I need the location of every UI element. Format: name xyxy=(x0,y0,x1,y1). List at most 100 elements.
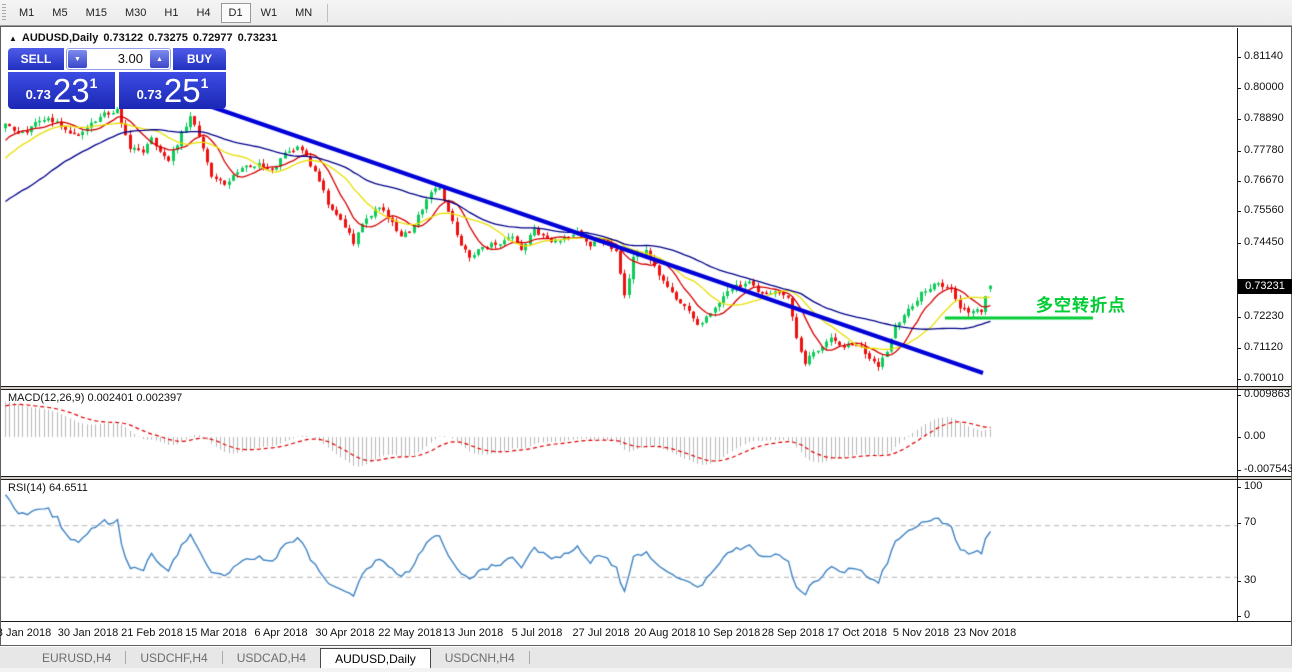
timeframe-button-w1[interactable]: W1 xyxy=(253,3,286,23)
axis-tick xyxy=(1237,470,1241,471)
rsi-axis-label: 0 xyxy=(1244,609,1250,621)
macd-axis-label: -0.007543 xyxy=(1244,463,1292,475)
axis-tick xyxy=(1237,317,1241,318)
rsi-chart-canvas[interactable] xyxy=(1,480,1238,622)
rsi-axis-label: 70 xyxy=(1244,516,1256,528)
panel-splitter[interactable] xyxy=(1,386,1291,390)
sell-button[interactable]: SELL xyxy=(8,48,64,70)
date-axis-label: 27 Jul 2018 xyxy=(573,627,630,639)
sell-price-pips: 23 xyxy=(53,76,90,106)
sell-price-base: 0.73 xyxy=(26,87,51,102)
date-axis-label: 5 Jul 2018 xyxy=(512,627,563,639)
tab-eurusd-h4[interactable]: EURUSD,H4 xyxy=(28,648,125,668)
price-axis-label: 0.72230 xyxy=(1244,310,1284,322)
volume-increase-button[interactable]: ▲ xyxy=(150,50,169,68)
chart-tab-bar: EURUSD,H4 USDCHF,H4 USDCAD,H4 AUDUSD,Dai… xyxy=(0,646,1292,668)
sell-price-box[interactable]: 0.73 23 1 xyxy=(8,72,115,109)
price-axis-label: 0.80000 xyxy=(1244,81,1284,93)
buy-price-base: 0.73 xyxy=(137,87,162,102)
axis-tick xyxy=(1237,379,1241,380)
axis-tick xyxy=(1237,88,1241,89)
buy-price-pips: 25 xyxy=(164,76,201,106)
axis-tick xyxy=(1237,437,1241,438)
date-axis-label: 5 Nov 2018 xyxy=(893,627,949,639)
axis-tick xyxy=(1237,616,1241,617)
current-price-badge: 0.73231 xyxy=(1238,279,1292,294)
axis-tick xyxy=(1237,57,1241,58)
price-axis-label: 0.70010 xyxy=(1244,372,1284,384)
timeframe-toolbar: M1 M5 M15 M30 H1 H4 D1 W1 MN xyxy=(0,0,1292,26)
status-strip xyxy=(0,668,1292,672)
date-axis-label: 23 Nov 2018 xyxy=(954,627,1016,639)
date-axis-label: 6 Apr 2018 xyxy=(254,627,307,639)
sell-price-point: 1 xyxy=(90,75,98,91)
volume-decrease-button[interactable]: ▼ xyxy=(68,50,87,68)
timeframe-button-m15[interactable]: M15 xyxy=(78,3,115,23)
ohlc-high: 0.73275 xyxy=(148,32,188,44)
buy-button[interactable]: BUY xyxy=(173,48,226,70)
axis-tick xyxy=(1237,487,1241,488)
timeframe-button-m1[interactable]: M1 xyxy=(11,3,42,23)
price-axis-label: 0.75560 xyxy=(1244,204,1284,216)
axis-tick xyxy=(1237,523,1241,524)
axis-tick xyxy=(1237,181,1241,182)
chart-symbol-label: AUDUSD,Daily xyxy=(22,32,98,44)
price-axis-label: 0.76670 xyxy=(1244,174,1284,186)
timeframe-button-mn[interactable]: MN xyxy=(287,3,320,23)
axis-tick xyxy=(1237,119,1241,120)
tab-usdcad-h4[interactable]: USDCAD,H4 xyxy=(223,648,320,668)
mt4-terminal: M1 M5 M15 M30 H1 H4 D1 W1 MN ▲ AUDUSD,Da… xyxy=(0,0,1292,672)
macd-chart-canvas[interactable] xyxy=(1,390,1238,476)
date-axis-label: 30 Jan 2018 xyxy=(58,627,119,639)
date-axis-label: 22 May 2018 xyxy=(378,627,442,639)
timeframe-button-m5[interactable]: M5 xyxy=(44,3,75,23)
tab-audusd-daily[interactable]: AUDUSD,Daily xyxy=(320,648,431,669)
date-axis-label: 30 Apr 2018 xyxy=(315,627,374,639)
buy-price-box[interactable]: 0.73 25 1 xyxy=(119,72,226,109)
collapse-arrow-icon[interactable]: ▲ xyxy=(9,34,17,43)
tab-usdchf-h4[interactable]: USDCHF,H4 xyxy=(126,648,221,668)
macd-indicator-label: MACD(12,26,9) 0.002401 0.002397 xyxy=(8,392,182,404)
ohlc-close: 0.73231 xyxy=(238,32,278,44)
macd-axis-label: 0.009863 xyxy=(1244,388,1290,400)
timeframe-button-h4[interactable]: H4 xyxy=(188,3,218,23)
axis-tick xyxy=(1237,581,1241,582)
price-axis-label: 0.77780 xyxy=(1244,144,1284,156)
date-axis-label: 10 Sep 2018 xyxy=(698,627,760,639)
date-axis-label: 20 Aug 2018 xyxy=(634,627,696,639)
timeframe-button-d1[interactable]: D1 xyxy=(221,3,251,23)
rsi-indicator-label: RSI(14) 64.6511 xyxy=(8,482,88,494)
axis-tick xyxy=(1237,243,1241,244)
axis-tick xyxy=(1237,211,1241,212)
date-axis-label: 21 Feb 2018 xyxy=(121,627,183,639)
ohlc-open: 0.73122 xyxy=(103,32,143,44)
date-axis-label: 15 Mar 2018 xyxy=(185,627,247,639)
tab-divider xyxy=(529,651,530,664)
panel-border xyxy=(1,621,1291,622)
axis-tick xyxy=(1237,151,1241,152)
volume-input[interactable]: 3.00 xyxy=(88,49,149,69)
axis-tick xyxy=(1237,395,1241,396)
date-axis-label: 17 Oct 2018 xyxy=(827,627,887,639)
toolbar-grip[interactable] xyxy=(2,4,6,22)
price-axis-label: 0.74450 xyxy=(1244,236,1284,248)
rsi-axis-label: 30 xyxy=(1244,574,1256,586)
timeframe-button-m30[interactable]: M30 xyxy=(117,3,154,23)
axis-tick xyxy=(1237,348,1241,349)
price-axis-label: 0.71120 xyxy=(1244,341,1283,353)
macd-axis-label: 0.00 xyxy=(1244,430,1265,442)
price-axis-label: 0.81140 xyxy=(1244,50,1283,62)
tab-usdcnh-h4[interactable]: USDCNH,H4 xyxy=(431,648,529,668)
panel-splitter[interactable] xyxy=(1,476,1291,480)
one-click-trade-panel: SELL ▼ 3.00 ▲ BUY 0.73 23 1 0.73 25 1 xyxy=(8,48,226,109)
chart-title: ▲ AUDUSD,Daily 0.73122 0.73275 0.72977 0… xyxy=(9,32,277,44)
timeframe-button-h1[interactable]: H1 xyxy=(156,3,186,23)
toolbar-separator xyxy=(327,4,328,22)
price-scale-border xyxy=(1237,28,1238,622)
price-axis-label: 0.78890 xyxy=(1244,112,1284,124)
date-axis-label: 28 Sep 2018 xyxy=(762,627,824,639)
rsi-axis-label: 100 xyxy=(1244,480,1262,492)
volume-stepper: ▼ 3.00 ▲ xyxy=(66,48,171,70)
ohlc-low: 0.72977 xyxy=(193,32,233,44)
trend-reversal-annotation: 多空转折点 xyxy=(1036,291,1126,316)
